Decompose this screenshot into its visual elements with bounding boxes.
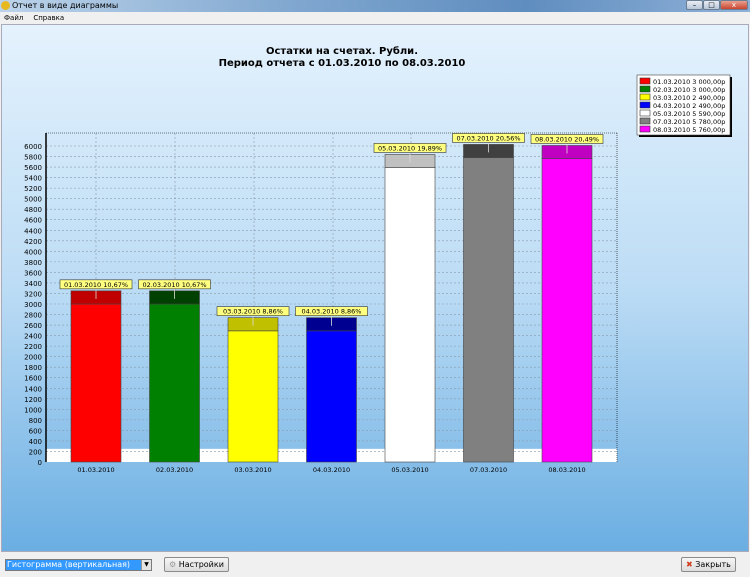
y-tick-label: 2800: [24, 312, 42, 320]
data-label: 08.03.2010 20,49%: [535, 135, 599, 143]
y-tick-label: 5200: [24, 185, 42, 193]
close-icon: ✖: [686, 560, 693, 569]
legend-swatch: [639, 77, 651, 85]
bar: [227, 330, 279, 463]
close-window-button[interactable]: x: [720, 0, 748, 10]
data-label: 03.03.2010 8,86%: [223, 308, 283, 316]
y-tick-label: 4200: [24, 238, 42, 246]
y-tick-label: 2000: [24, 354, 42, 362]
y-tick-label: 3200: [24, 290, 42, 298]
y-tick-label: 5600: [24, 164, 42, 172]
chart-type-value: Гистограмма (вертикальная): [6, 560, 142, 570]
y-tick-label: 5400: [24, 175, 42, 183]
x-tick-label: 07.03.2010: [470, 466, 507, 474]
data-label: 02.03.2010 10,67%: [142, 281, 206, 289]
x-tick-label: 02.03.2010: [156, 466, 193, 474]
y-tick-label: 2400: [24, 333, 42, 341]
y-tick-label: 2200: [24, 343, 42, 351]
bar: [149, 303, 200, 463]
data-label: 01.03.2010 10,67%: [64, 281, 128, 289]
legend-entry: 01.03.2010 3 000,00р: [653, 78, 725, 86]
y-tick-label: 4600: [24, 217, 42, 225]
y-tick-label: 600: [29, 427, 42, 435]
menu-bar: Файл Справка: [0, 12, 750, 24]
bar: [70, 303, 122, 463]
menu-help[interactable]: Справка: [33, 14, 64, 22]
minimize-button[interactable]: –: [686, 0, 703, 10]
settings-label: Настройки: [178, 560, 224, 569]
legend-entry: 07.03.2010 5 780,00р: [653, 118, 725, 126]
legend-swatch: [639, 93, 651, 101]
legend-swatch: [639, 117, 651, 125]
bar: [306, 330, 357, 463]
bar: [463, 157, 514, 463]
chart-subtitle: Период отчета с 01.03.2010 по 08.03.2010: [219, 58, 466, 69]
data-label: 07.03.2010 20,56%: [456, 134, 520, 142]
y-tick-label: 3400: [24, 280, 42, 288]
legend-swatch: [639, 101, 651, 109]
x-tick-label: 05.03.2010: [391, 466, 428, 474]
legend-entry: 02.03.2010 3 000,00р: [653, 86, 725, 94]
x-tick-label: 04.03.2010: [313, 466, 350, 474]
legend-entry: 04.03.2010 2 490,00р: [653, 102, 725, 110]
title-bar: Отчет в виде диаграммы – □ x: [0, 0, 750, 12]
y-tick-label: 800: [29, 417, 42, 425]
legend-entry: 05.03.2010 5 590,00р: [653, 110, 725, 118]
x-tick-label: 01.03.2010: [77, 466, 114, 474]
close-button[interactable]: ✖ Закрыть: [681, 557, 736, 572]
window-title: Отчет в виде диаграммы: [12, 1, 119, 10]
legend-entry: 03.03.2010 2 490,00р: [653, 94, 725, 102]
chart-type-select[interactable]: Гистограмма (вертикальная) ▼: [5, 559, 152, 571]
legend-swatch: [639, 109, 651, 117]
data-label: 04.03.2010 8,86%: [302, 308, 362, 316]
x-tick-label: 03.03.2010: [234, 466, 271, 474]
close-label: Закрыть: [695, 560, 731, 569]
data-label: 05.03.2010 19,89%: [378, 144, 442, 152]
settings-button[interactable]: ⚙ Настройки: [164, 557, 229, 572]
y-tick-label: 6000: [24, 143, 42, 151]
y-tick-label: 5000: [24, 196, 42, 204]
bar: [541, 158, 593, 463]
app-icon: [1, 1, 10, 10]
y-tick-label: 400: [29, 438, 42, 446]
legend-swatch: [639, 85, 651, 93]
bottom-toolbar: Гистограмма (вертикальная) ▼ ⚙ Настройки…: [0, 553, 750, 577]
y-tick-label: 1000: [24, 406, 42, 414]
y-tick-label: 3000: [24, 301, 42, 309]
legend-entry: 08.03.2010 5 760,00р: [653, 126, 725, 134]
x-tick-label: 08.03.2010: [548, 466, 585, 474]
y-tick-label: 2600: [24, 322, 42, 330]
y-tick-label: 3800: [24, 259, 42, 267]
y-tick-label: 4800: [24, 206, 42, 214]
y-tick-label: 5800: [24, 154, 42, 162]
y-tick-label: 1400: [24, 385, 42, 393]
y-tick-label: 0: [38, 459, 42, 467]
gear-icon: ⚙: [169, 560, 177, 569]
y-tick-label: 200: [29, 448, 42, 456]
chevron-down-icon[interactable]: ▼: [141, 560, 151, 570]
chart-title: Остатки на счетах. Рубли.: [266, 45, 418, 57]
bar: [384, 167, 436, 463]
y-tick-label: 1800: [24, 364, 42, 372]
y-tick-label: 1200: [24, 396, 42, 404]
bar-chart: Остатки на счетах. Рубли. Период отчета …: [24, 45, 732, 474]
y-tick-label: 4400: [24, 227, 42, 235]
legend-swatch: [639, 125, 651, 133]
y-tick-label: 4000: [24, 248, 42, 256]
menu-file[interactable]: Файл: [4, 14, 23, 22]
y-tick-label: 3600: [24, 269, 42, 277]
maximize-button[interactable]: □: [703, 0, 720, 10]
y-tick-label: 1600: [24, 375, 42, 383]
chart-area: Остатки на счетах. Рубли. Период отчета …: [1, 24, 749, 552]
